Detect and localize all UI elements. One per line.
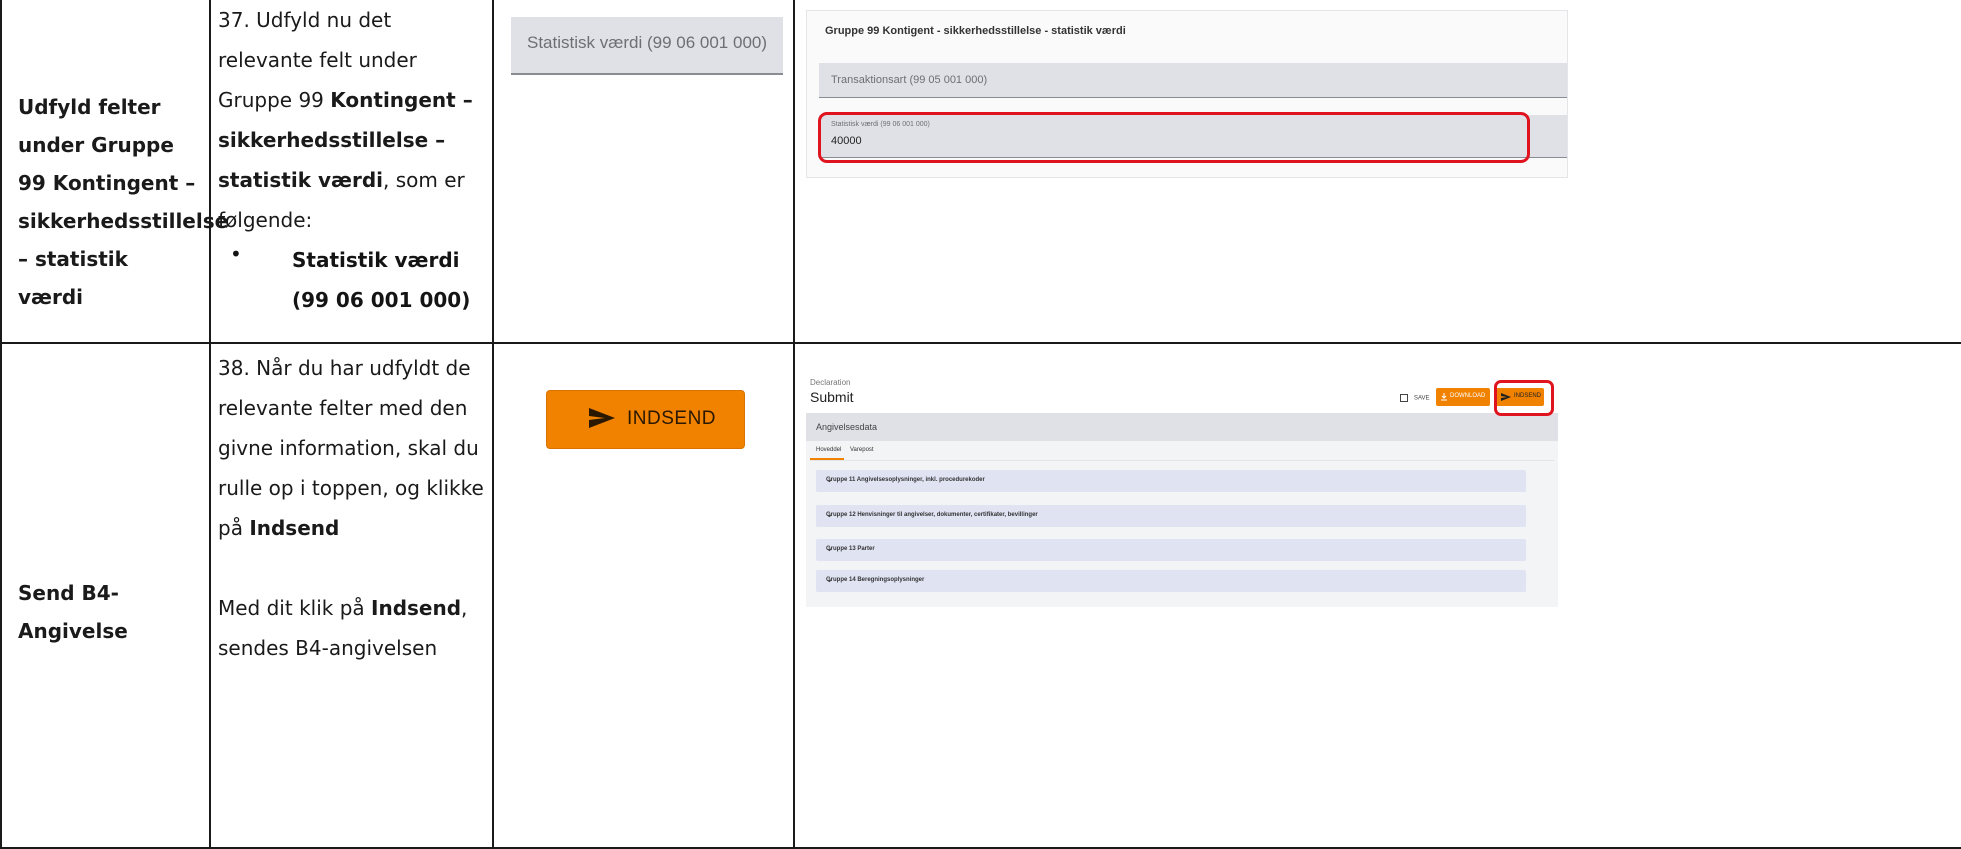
instruction-bold: Indsend <box>249 516 340 540</box>
indsend-button-crop[interactable]: INDSEND <box>546 390 745 449</box>
chevron-down-icon: ⌄ <box>826 575 833 584</box>
download-button[interactable]: DOWNLOAD <box>1436 388 1490 406</box>
group-accordion[interactable]: Gruppe 11 Angivelsesoplysninger, inkl. p… <box>816 470 1526 492</box>
save-button[interactable]: SAVE <box>1400 394 1430 402</box>
step-instruction: 37. Udfyld nu det relevante felt under G… <box>218 0 488 240</box>
group-accordion[interactable]: Gruppe 14 Beregningsoplysninger ⌄ <box>816 570 1526 592</box>
bullet-dot: • <box>230 242 242 266</box>
section-title: Angivelsesdata <box>816 422 878 432</box>
transaktionsart-field[interactable]: Transaktionsart (99 05 001 000) <box>819 63 1567 98</box>
step-instruction-2: Med dit klik på Indsend, sendes B4-angiv… <box>218 588 488 668</box>
bullet-item: Statistik værdi (99 06 001 000) <box>292 248 471 312</box>
step-number: 38. <box>218 356 250 380</box>
instruction-text: Med dit klik på <box>218 596 365 620</box>
tab-hoveddel[interactable]: Hoveddel <box>816 447 841 453</box>
field-label: Statistisk værdi (99 06 001 000) <box>527 33 768 52</box>
highlight-box <box>1494 380 1554 416</box>
button-label: DOWNLOAD <box>1450 393 1486 399</box>
highlight-box <box>818 112 1530 163</box>
breadcrumb: Declaration <box>810 378 851 387</box>
step-name: Send B4-Angivelse <box>18 581 128 643</box>
row-divider <box>0 342 1961 344</box>
step-instruction: 38. Når du har udfyldt de relevante felt… <box>218 348 488 548</box>
column-divider <box>492 0 494 849</box>
tab-varepost[interactable]: Varepost <box>850 447 874 453</box>
group-title: Gruppe 99 Kontigent - sikkerhedsstillels… <box>825 25 1126 37</box>
button-label: INDSEND <box>627 408 717 429</box>
active-tab-indicator <box>810 458 844 460</box>
group-accordion[interactable]: Gruppe 13 Parter ⌄ <box>816 539 1526 561</box>
submit-screenshot: Declaration Submit SAVE DOWNLOAD INDSEND… <box>806 374 1558 607</box>
page-title: Submit <box>810 389 854 405</box>
table-border-left <box>0 0 2 849</box>
step-name: Udfyld felter under Gruppe 99 Kontingent… <box>18 95 229 309</box>
chevron-down-icon: ⌄ <box>826 510 833 519</box>
column-divider <box>209 0 211 849</box>
step-number: 37. <box>218 8 250 32</box>
download-icon <box>1441 393 1447 401</box>
button-label: SAVE <box>1414 395 1430 402</box>
declaration-body: Angivelsesdata Hoveddel Varepost Gruppe … <box>806 413 1558 607</box>
field-label: Transaktionsart (99 05 001 000) <box>831 74 988 86</box>
instruction-bold: Indsend <box>371 596 462 620</box>
group-accordion[interactable]: Gruppe 12 Henvisninger til angivelser, d… <box>816 505 1526 527</box>
section-header: Angivelsesdata <box>806 413 1558 441</box>
chevron-down-icon: ⌄ <box>826 475 833 484</box>
instruction-text: Når du har udfyldt de relevante felter m… <box>218 356 484 540</box>
column-divider <box>793 0 795 849</box>
field-crop: Statistisk værdi (99 06 001 000) <box>511 17 783 75</box>
save-icon <box>1400 394 1408 402</box>
tab-divider <box>810 460 1554 461</box>
chevron-down-icon: ⌄ <box>826 544 833 553</box>
send-icon <box>589 408 615 428</box>
